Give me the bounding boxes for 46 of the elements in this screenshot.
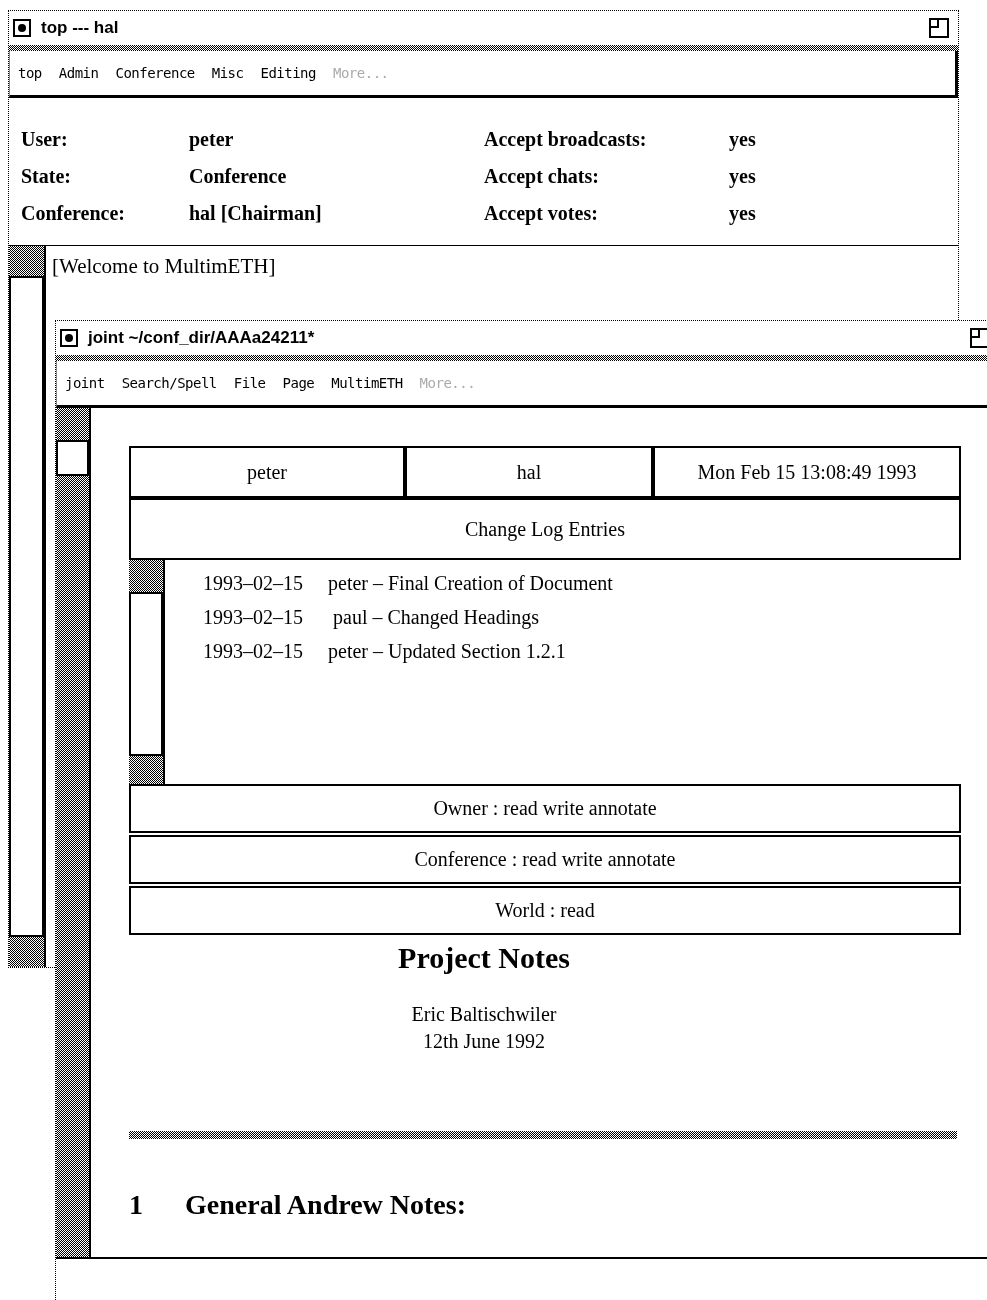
log-entry: 1993–02–15 peter – Updated Section 1.2.1 [203,640,567,665]
permission-row: Owner : read write annotate [129,784,961,833]
date-text: 12th June 1992 [422,1030,546,1053]
menu-item[interactable]: Misc [211,65,244,81]
permission-row: Conference : read write annotate [129,835,961,884]
field-value: yes [729,128,757,151]
maximize-icon[interactable] [969,327,987,349]
menu-item[interactable]: Conference [115,65,195,81]
table-cell: peter [129,446,405,498]
table-cell: hal [405,446,653,498]
window-menu-icon[interactable] [60,329,78,347]
menu-item[interactable]: MultimETH [331,375,403,391]
field-value: yes [729,202,757,225]
field-label: Accept chats: [484,165,600,188]
field-label: User: [21,128,69,151]
scrollbar[interactable] [56,408,91,1257]
field-label: Conference: [21,202,127,225]
log-entry: 1993–02–15 paul – Changed Headings [203,606,541,631]
field-value: yes [729,165,757,188]
table-header: Change Log Entries [129,498,961,560]
field-value: peter [189,128,235,151]
menu-item[interactable]: Admin [58,65,99,81]
menu-item[interactable]: Page [282,375,315,391]
menu-item[interactable]: joint [65,375,105,391]
field-label: State: [21,165,72,188]
menu-item[interactable]: File [233,375,266,391]
section-heading: 1 General Andrew Notes: [129,1189,467,1221]
menu-item[interactable]: Search/Spell [121,375,217,391]
field-label: Accept votes: [484,202,599,225]
field-label: Accept broadcasts: [484,128,648,151]
scrollbar[interactable] [9,246,46,967]
log-entry: 1993–02–15 peter – Final Creation of Document [203,572,613,597]
window-title: joint ~/conf_dir/AAAa24211* [88,328,316,348]
document-title: Project Notes [398,941,570,975]
window-title: top --- hal [41,18,120,38]
message-text: [Welcome to MultimETH] [51,253,277,280]
maximize-icon[interactable] [928,17,950,39]
window-menu-icon[interactable] [13,19,31,37]
field-value: hal [Chairman] [189,202,323,225]
menu-item[interactable]: top [18,65,42,81]
scrollbar[interactable] [129,560,165,784]
author-text: Eric Baltischwiler [411,1003,557,1026]
menu-item[interactable]: Editing [260,65,316,81]
table-cell: Mon Feb 15 13:08:49 1993 [653,446,961,498]
field-value: Conference [189,165,288,188]
permission-row: World : read [129,886,961,935]
